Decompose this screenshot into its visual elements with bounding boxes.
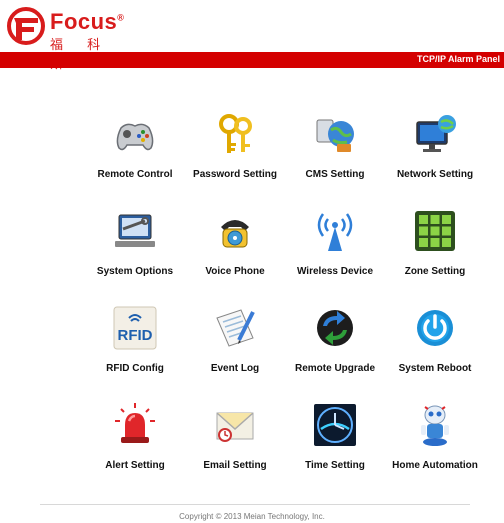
copyright-footer: Copyright © 2013 Meian Technology, Inc. bbox=[179, 512, 325, 521]
robot-icon bbox=[421, 405, 449, 446]
tile-system-options[interactable]: System Options bbox=[85, 205, 185, 302]
gamepad-icon bbox=[116, 123, 154, 151]
brand-logo: Focus® 福 科 斯 bbox=[6, 6, 146, 72]
clock-icon bbox=[314, 404, 356, 446]
wireless-icon bbox=[317, 213, 353, 251]
tile-label: CMS Setting bbox=[305, 169, 365, 180]
cms-globe-icon bbox=[316, 119, 354, 152]
tile-label: Wireless Device bbox=[296, 266, 374, 277]
tile-alert-setting[interactable]: Alert Setting bbox=[85, 399, 185, 496]
tile-label: System Reboot bbox=[398, 363, 472, 374]
upgrade-arrows-icon bbox=[317, 310, 353, 346]
rfid-icon-text: RFID bbox=[118, 327, 153, 344]
tile-remote-upgrade[interactable]: Remote Upgrade bbox=[285, 302, 385, 399]
tile-label: Email Setting bbox=[203, 460, 267, 471]
email-icon bbox=[216, 412, 254, 442]
tile-label: Zone Setting bbox=[404, 266, 466, 277]
tile-cms-setting[interactable]: CMS Setting bbox=[285, 108, 385, 205]
tile-event-log[interactable]: Event Log bbox=[185, 302, 285, 399]
tile-label: Remote Upgrade bbox=[294, 363, 375, 374]
siren-icon bbox=[115, 403, 155, 443]
network-monitor-icon bbox=[416, 115, 456, 152]
rfid-icon: RFID bbox=[113, 306, 157, 350]
tile-label: Time Setting bbox=[305, 460, 365, 471]
logo-mark-icon bbox=[7, 7, 45, 45]
tile-system-reboot[interactable]: System Reboot bbox=[385, 302, 485, 399]
zone-grid-icon bbox=[415, 211, 455, 251]
tile-label: Alert Setting bbox=[105, 460, 165, 471]
power-icon bbox=[417, 310, 453, 346]
tile-password-setting[interactable]: Password Setting bbox=[185, 108, 285, 205]
header-banner: TCP/IP Alarm Panel bbox=[0, 52, 504, 68]
event-log-icon bbox=[216, 309, 255, 347]
tile-zone-setting[interactable]: Zone Setting bbox=[385, 205, 485, 302]
brand-name: Focus® bbox=[50, 9, 125, 34]
tile-label: System Options bbox=[96, 266, 174, 277]
system-tools-icon bbox=[115, 214, 155, 247]
tile-label: Remote Control bbox=[97, 169, 173, 180]
tile-label: Event Log bbox=[210, 363, 260, 374]
tile-network-setting[interactable]: Network Setting bbox=[385, 108, 485, 205]
tile-label: Password Setting bbox=[193, 169, 277, 180]
phone-icon bbox=[221, 220, 249, 248]
tile-voice-phone[interactable]: Voice Phone bbox=[185, 205, 285, 302]
tile-remote-control[interactable]: Remote Control bbox=[85, 108, 185, 205]
tile-home-automation[interactable]: Home Automation bbox=[385, 399, 485, 496]
tile-wireless-device[interactable]: Wireless Device bbox=[285, 205, 385, 302]
tile-email-setting[interactable]: Email Setting bbox=[185, 399, 285, 496]
menu-grid: Remote Control Password Setting CMS Sett… bbox=[85, 108, 485, 488]
tile-label: Home Automation bbox=[392, 460, 478, 471]
tile-label: Voice Phone bbox=[205, 266, 265, 277]
footer-divider bbox=[40, 504, 470, 505]
tile-label: Network Setting bbox=[396, 169, 474, 180]
keys-icon bbox=[219, 114, 252, 153]
tile-time-setting[interactable]: Time Setting bbox=[285, 399, 385, 496]
tile-rfid-config[interactable]: RFID RFID Config bbox=[85, 302, 185, 399]
page-title: TCP/IP Alarm Panel bbox=[416, 54, 500, 64]
tile-label: RFID Config bbox=[106, 363, 164, 374]
